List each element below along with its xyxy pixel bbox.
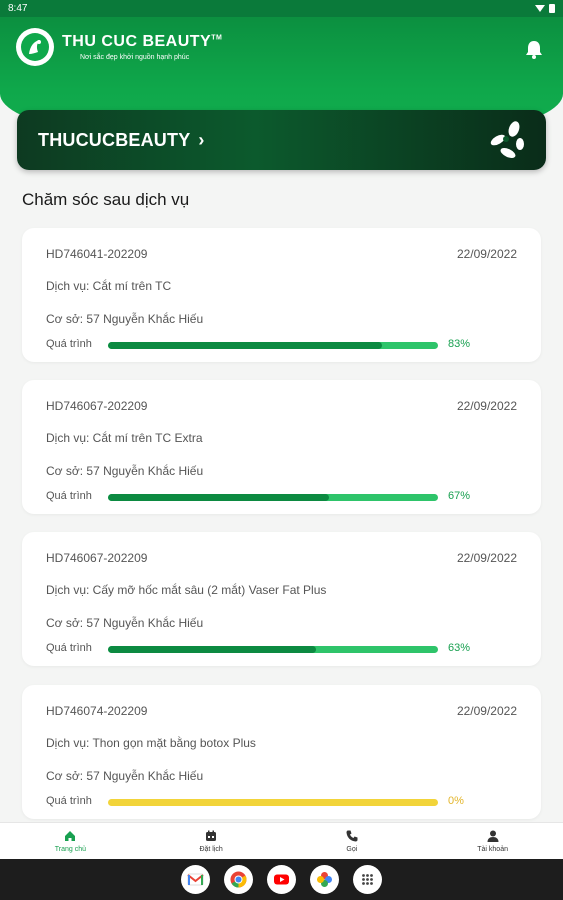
progress-label: Quá trình <box>46 795 92 807</box>
nav-label: Đặt lịch <box>199 846 223 853</box>
service-card[interactable]: HD746067-202209 22/09/2022 Dịch vụ: Cắt … <box>22 380 541 514</box>
service-card[interactable]: HD746041-202209 22/09/2022 Dịch vụ: Cắt … <box>22 228 541 362</box>
order-date: 22/09/2022 <box>456 704 517 718</box>
order-code: HD746067-202209 <box>46 399 148 413</box>
youtube-icon[interactable] <box>267 865 296 894</box>
nav-call[interactable]: Gọi <box>282 823 423 859</box>
chrome-icon[interactable] <box>224 865 253 894</box>
progress-label: Quá trình <box>46 338 92 350</box>
banner-title: THUCUCBEAUTY <box>38 129 191 150</box>
service-location: Cơ sở: 57 Nguyễn Khắc Hiếu <box>46 616 204 630</box>
order-code: HD746041-202209 <box>46 247 148 261</box>
brand-name: THU CUC BEAUTYTM <box>62 33 223 50</box>
nav-booking[interactable]: Đặt lịch <box>141 823 282 859</box>
logo-icon <box>16 28 54 66</box>
service-card[interactable]: HD746074-202209 22/09/2022 Dịch vụ: Thon… <box>22 685 541 819</box>
progress-percent: 0% <box>448 795 464 807</box>
progress-bar <box>108 799 438 806</box>
progress-fill <box>108 342 382 349</box>
wifi-icon <box>535 5 545 12</box>
order-date: 22/09/2022 <box>456 551 517 565</box>
bottom-nav: Trang chủ Đặt lịch Gọi Tài khoản <box>0 822 563 859</box>
brand-banner[interactable]: THUCUCBEAUTY › <box>17 110 546 170</box>
progress-bar <box>108 494 438 501</box>
service-name: Dịch vụ: Thon gọn mặt bằng botox Plus <box>46 736 256 750</box>
order-date: 22/09/2022 <box>456 399 517 413</box>
progress-fill <box>108 646 316 653</box>
status-time: 8:47 <box>8 3 28 14</box>
battery-icon <box>549 4 555 13</box>
chevron-right-icon: › <box>198 129 205 150</box>
progress-label: Quá trình <box>46 490 92 502</box>
progress-percent: 67% <box>448 490 471 502</box>
brand-logo: THU CUC BEAUTYTM Nơi sắc đẹp khởi nguồn … <box>16 28 222 66</box>
order-code: HD746074-202209 <box>46 704 148 718</box>
progress-label: Quá trình <box>46 642 92 654</box>
calendar-icon <box>206 830 217 841</box>
service-name: Dịch vụ: Cắt mí trên TC Extra <box>46 431 203 445</box>
bell-icon[interactable] <box>523 38 545 60</box>
photos-icon[interactable] <box>310 865 339 894</box>
nav-label: Trang chủ <box>54 846 86 853</box>
progress-bar <box>108 646 438 653</box>
service-name: Dịch vụ: Cấy mỡ hốc mắt sâu (2 mắt) Vase… <box>46 583 327 597</box>
order-code: HD746067-202209 <box>46 551 148 565</box>
system-indicators <box>535 4 555 13</box>
progress-percent: 63% <box>448 642 471 654</box>
leaf-decoration-icon <box>490 121 524 158</box>
apps-icon[interactable] <box>353 865 382 894</box>
progress-fill <box>108 494 330 501</box>
order-date: 22/09/2022 <box>456 247 517 261</box>
user-icon <box>487 830 499 842</box>
nav-home[interactable]: Trang chủ <box>0 823 141 859</box>
system-dock <box>0 859 563 900</box>
nav-label: Gọi <box>346 846 358 853</box>
trademark: TM <box>211 34 223 42</box>
progress-percent: 83% <box>448 338 471 350</box>
home-icon <box>65 831 76 841</box>
service-card[interactable]: HD746067-202209 22/09/2022 Dịch vụ: Cấy … <box>22 532 541 666</box>
section-title: Chăm sóc sau dịch vụ <box>22 190 190 209</box>
status-bar: 8:47 <box>0 0 563 17</box>
service-location: Cơ sở: 57 Nguyễn Khắc Hiếu <box>46 769 204 783</box>
phone-icon <box>346 830 358 842</box>
progress-bar <box>108 342 438 349</box>
brand-text: THU CUC BEAUTYTM Nơi sắc đẹp khởi nguồn … <box>62 33 222 61</box>
nav-label: Tài khoản <box>477 846 508 853</box>
service-location: Cơ sở: 57 Nguyễn Khắc Hiếu <box>46 464 204 478</box>
service-name: Dịch vụ: Cắt mí trên TC <box>46 279 172 293</box>
brand-slogan: Nơi sắc đẹp khởi nguồn hạnh phúc <box>80 54 190 61</box>
nav-account[interactable]: Tài khoản <box>422 823 563 859</box>
gmail-icon[interactable] <box>181 865 210 894</box>
service-location: Cơ sở: 57 Nguyễn Khắc Hiếu <box>46 312 204 326</box>
